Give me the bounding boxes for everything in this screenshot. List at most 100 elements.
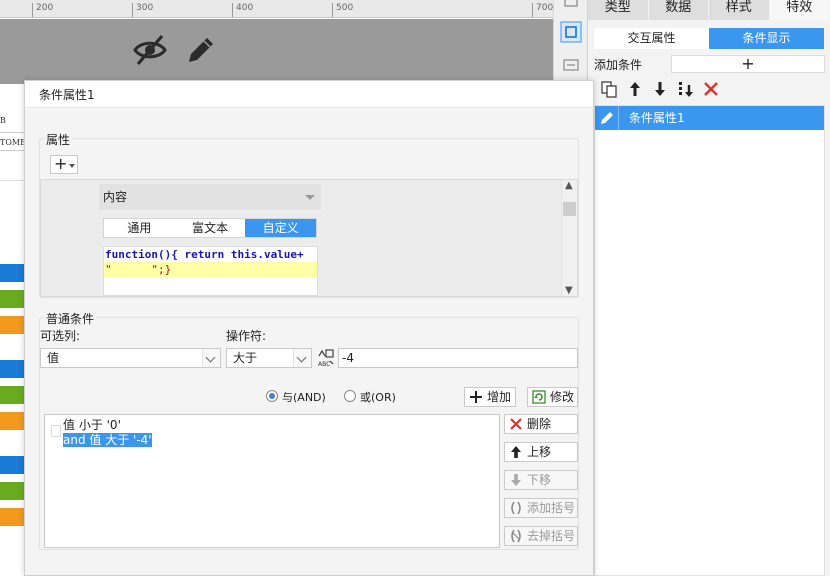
cell-text: TOME bbox=[0, 138, 26, 147]
edit-icon[interactable] bbox=[595, 106, 619, 130]
formula-icon[interactable]: ABC bbox=[316, 348, 336, 368]
arrow-down-icon[interactable] bbox=[651, 80, 669, 98]
add-condition-label: 添加条件 bbox=[594, 58, 643, 72]
ruler-tick: 700 bbox=[532, 3, 553, 17]
modify-button-label: 修改 bbox=[550, 390, 575, 404]
frame-icon[interactable] bbox=[560, 21, 582, 43]
bar-cell bbox=[0, 456, 24, 474]
ruler-tick: 300 bbox=[132, 3, 153, 17]
scroll-up-icon[interactable]: ▲ bbox=[565, 180, 573, 191]
ruler-tick: 200 bbox=[32, 3, 53, 17]
bar-cell bbox=[0, 316, 24, 334]
operator-select-value: 大于 bbox=[233, 351, 258, 365]
svg-text:ABC: ABC bbox=[318, 361, 330, 368]
pencil-icon[interactable] bbox=[183, 32, 219, 68]
add-condition-button[interactable]: + bbox=[671, 55, 825, 73]
list-item-label: 条件属性1 bbox=[629, 111, 685, 125]
bar-cell bbox=[0, 482, 24, 500]
modify-button[interactable]: 修改 bbox=[527, 387, 578, 407]
delete-button[interactable]: 删除 bbox=[504, 414, 578, 434]
segment-general[interactable]: 通用 bbox=[104, 219, 175, 237]
column-header: B bbox=[0, 116, 6, 125]
bar-cell bbox=[0, 508, 24, 526]
content-select[interactable]: 内容 bbox=[99, 184, 321, 210]
segment-rich-text[interactable]: 富文本 bbox=[174, 219, 246, 237]
move-up-button[interactable]: 上移 bbox=[504, 442, 578, 462]
tab-effects[interactable]: 特效 bbox=[769, 0, 830, 20]
effects-subtabs: 交互属性 条件显示 bbox=[594, 28, 824, 49]
bar-cell bbox=[0, 386, 24, 404]
subtab-interaction[interactable]: 交互属性 bbox=[594, 28, 709, 49]
column-label: 可选列: bbox=[40, 329, 81, 343]
layout-icon[interactable] bbox=[560, 54, 582, 76]
delete-button-label: 删除 bbox=[527, 417, 552, 431]
condition-attribute-dialog: 条件属性1 属性 + 内容 通用 富文本 自定义 function(){ret… bbox=[24, 80, 594, 576]
add-button-label: 增加 bbox=[487, 390, 512, 404]
tab-type[interactable]: 类型 bbox=[588, 0, 649, 20]
tab-style[interactable]: 样式 bbox=[709, 0, 770, 20]
arrow-down-icon bbox=[511, 474, 521, 486]
properties-panel: 类型 数据 样式 特效 交互属性 条件显示 添加条件 + 条件属性1 bbox=[587, 0, 830, 576]
condition-checkbox[interactable] bbox=[51, 425, 61, 437]
move-up-button-label: 上移 bbox=[527, 445, 552, 459]
subtab-conditional-display[interactable]: 条件显示 bbox=[709, 28, 824, 49]
column-select-value: 值 bbox=[47, 351, 60, 365]
condition-toolbar bbox=[594, 77, 825, 101]
move-down-button[interactable]: 下移 bbox=[504, 470, 578, 490]
add-attribute-dropdown[interactable]: + bbox=[50, 155, 78, 174]
list-item[interactable]: 条件属性1 bbox=[595, 106, 824, 130]
bracket-icon bbox=[511, 501, 521, 515]
add-bracket-button[interactable]: 添加括号 bbox=[504, 498, 578, 518]
dialog-title: 条件属性1 bbox=[25, 81, 593, 108]
move-bottom-icon[interactable] bbox=[677, 80, 695, 98]
horizontal-ruler: 200 300 400 500 700 bbox=[0, 0, 553, 18]
arrow-up-icon[interactable] bbox=[626, 80, 644, 98]
bar-cell bbox=[0, 290, 24, 308]
plus-icon: + bbox=[54, 154, 68, 173]
panel-tabs: 类型 数据 样式 特效 bbox=[588, 0, 830, 20]
delete-icon[interactable] bbox=[702, 80, 720, 98]
scroll-thumb[interactable] bbox=[563, 202, 576, 216]
remove-bracket-button[interactable]: 去掉括号 bbox=[504, 526, 578, 546]
settings-icon[interactable] bbox=[560, 0, 582, 16]
attribute-editor: 内容 通用 富文本 自定义 function(){ return this.va… bbox=[40, 179, 578, 297]
remove-bracket-button-label: 去掉括号 bbox=[527, 529, 576, 543]
code-editor[interactable]: function(){ return this.value+ " ";} bbox=[103, 246, 318, 296]
eye-off-icon[interactable] bbox=[132, 32, 168, 68]
condition-expression-list[interactable]: 值 小于 '0' and 值 大于 '-4' bbox=[44, 414, 500, 548]
bar-cell bbox=[0, 412, 24, 430]
column-select[interactable]: 值 bbox=[40, 348, 221, 368]
or-radio[interactable] bbox=[344, 390, 356, 402]
add-bracket-button-label: 添加括号 bbox=[527, 501, 576, 515]
and-radio[interactable] bbox=[266, 390, 278, 402]
attribute-group: 属性 + 内容 通用 富文本 自定义 function(){ return th… bbox=[39, 131, 579, 298]
condition-line[interactable]: 值 小于 '0' bbox=[63, 418, 121, 432]
code-line: function(){ return this.value+ bbox=[105, 248, 304, 261]
condition-line-selected[interactable]: and 值 大于 '-4' bbox=[63, 433, 152, 447]
delete-icon bbox=[510, 418, 522, 430]
segment-custom[interactable]: 自定义 bbox=[245, 219, 317, 237]
bar-cell bbox=[0, 264, 24, 282]
conditions-group: 普通条件 可选列: 值 操作符: 大于 ABC -4 与(AND) 或(OR) bbox=[39, 310, 579, 550]
tab-data[interactable]: 数据 bbox=[648, 0, 709, 20]
operator-select[interactable]: 大于 bbox=[226, 348, 312, 368]
copy-icon[interactable] bbox=[600, 80, 618, 98]
content-select-value: 内容 bbox=[103, 190, 128, 204]
vertical-scrollbar[interactable]: ▲ ▼ bbox=[561, 180, 577, 296]
remove-bracket-icon bbox=[511, 529, 521, 543]
operator-label: 操作符: bbox=[226, 329, 267, 343]
and-radio-label: 与(AND) bbox=[282, 391, 326, 404]
add-condition-row: 添加条件 + bbox=[588, 53, 830, 75]
format-segmented-control: 通用 富文本 自定义 bbox=[103, 218, 317, 238]
bar-cell bbox=[0, 360, 24, 378]
value-input[interactable]: -4 bbox=[338, 348, 578, 368]
conditions-group-title: 普通条件 bbox=[44, 310, 97, 327]
move-down-button-label: 下移 bbox=[527, 473, 552, 487]
chevron-down-icon bbox=[202, 349, 220, 367]
add-button[interactable]: 增加 bbox=[464, 387, 516, 407]
scroll-down-icon[interactable]: ▼ bbox=[565, 285, 573, 296]
canvas-left-strip: B TOME bbox=[0, 84, 26, 576]
arrow-up-icon bbox=[511, 446, 521, 458]
plus-icon bbox=[470, 391, 482, 403]
canvas-toolbar-area bbox=[0, 19, 553, 84]
